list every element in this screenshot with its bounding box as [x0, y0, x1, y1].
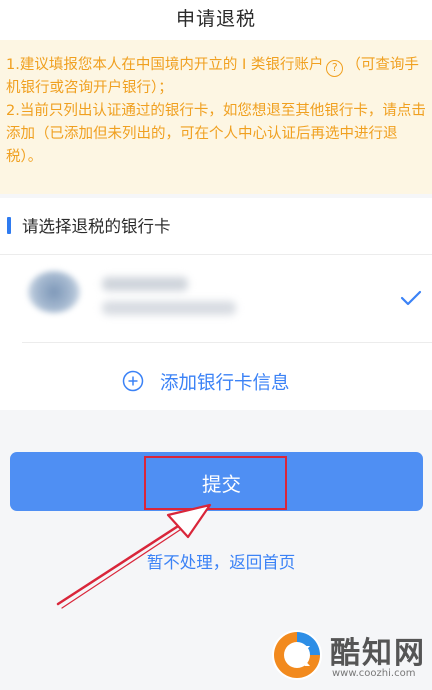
- coozhi-logo-icon: [272, 630, 322, 680]
- checkmark-icon: [400, 290, 422, 306]
- watermark-name: 酷知网: [330, 636, 426, 671]
- notice-line-1: 1.建议填报您本人在中国境内开立的 I 类银行账户? （可查询手机银行或咨询开户银…: [6, 54, 426, 100]
- page-title: 申请退税: [175, 8, 256, 30]
- plus-circle-icon: [122, 370, 144, 392]
- card-number-blurred: [102, 301, 236, 315]
- section-title: 请选择退税的银行卡: [22, 217, 171, 236]
- bank-card-row[interactable]: [0, 255, 432, 341]
- header-bar: 申请退税: [0, 0, 432, 40]
- watermark: 酷知网 www.coozhi.com: [270, 626, 430, 686]
- bank-logo-icon: [28, 271, 80, 313]
- add-bank-card-button[interactable]: 添加银行卡信息: [0, 352, 432, 410]
- help-circle-icon[interactable]: ?: [326, 60, 344, 77]
- return-home-link[interactable]: 暂不处理，返回首页: [0, 549, 432, 573]
- section-accent-bar: [7, 217, 11, 234]
- section-header: 请选择退税的银行卡: [0, 210, 432, 240]
- watermark-url: www.coozhi.com: [332, 668, 416, 679]
- notice-line-1-text: 1.建议填报您本人在中国境内开立的 I 类银行账户: [6, 57, 324, 73]
- notice-line-2: 2.当前只列出认证通过的银行卡，如您想退至其他银行卡，请点击添加（已添加但未列出…: [6, 103, 426, 165]
- annotation-highlight-box: [144, 456, 287, 510]
- add-bank-card-label: 添加银行卡信息: [160, 373, 290, 394]
- bank-name-blurred: [102, 277, 188, 291]
- divider: [22, 342, 432, 343]
- notice-banner: 1.建议填报您本人在中国境内开立的 I 类银行账户? （可查询手机银行或咨询开户银…: [0, 40, 432, 194]
